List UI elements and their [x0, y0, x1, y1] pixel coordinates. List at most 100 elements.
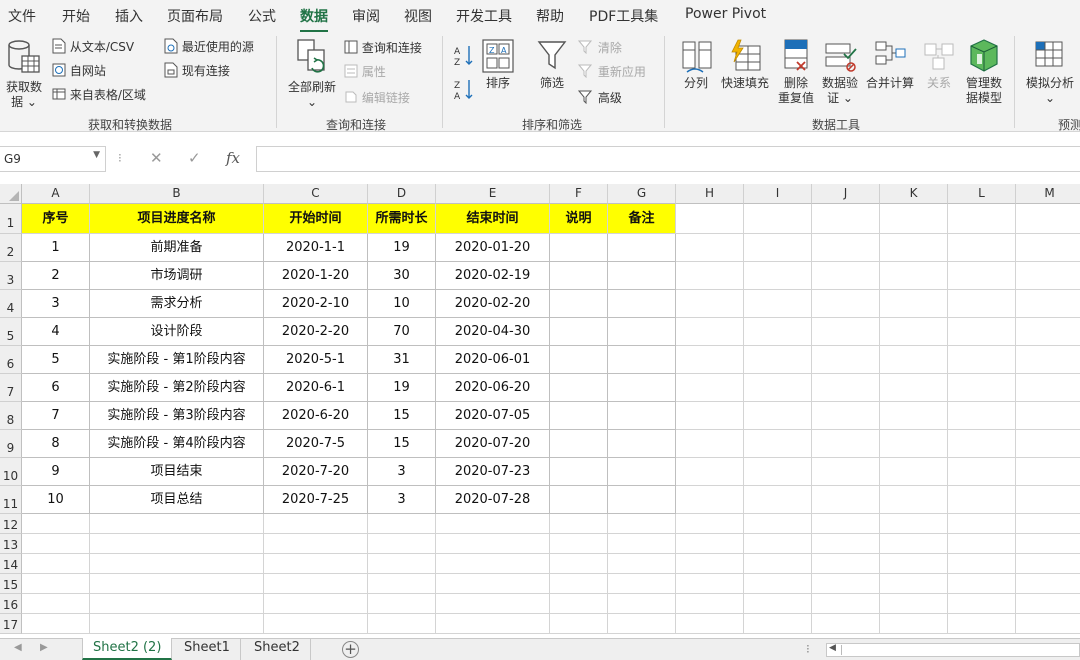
empty-cell[interactable] — [880, 290, 948, 318]
cell-duration-row6[interactable]: 31 — [368, 346, 436, 374]
cell-note-row5[interactable] — [550, 318, 608, 346]
empty-cell[interactable] — [264, 594, 368, 614]
empty-cell[interactable] — [948, 430, 1016, 458]
empty-cell[interactable] — [744, 554, 812, 574]
empty-cell[interactable] — [608, 514, 676, 534]
empty-cell[interactable] — [880, 318, 948, 346]
header-cell-start-date[interactable]: 开始时间 — [264, 204, 368, 234]
queries-connections-button[interactable]: 查询和连接 — [344, 40, 422, 56]
cell-duration-row5[interactable]: 70 — [368, 318, 436, 346]
empty-cell[interactable] — [22, 514, 90, 534]
empty-cell[interactable] — [812, 534, 880, 554]
empty-cell[interactable] — [948, 262, 1016, 290]
empty-cell[interactable] — [948, 234, 1016, 262]
cell-task-name-row11[interactable]: 项目总结 — [90, 486, 264, 514]
empty-cell[interactable] — [436, 514, 550, 534]
filter-button[interactable]: 筛选 — [532, 38, 572, 91]
existing-connections-button[interactable]: 现有连接 — [164, 62, 230, 79]
empty-cell[interactable] — [812, 486, 880, 514]
cell-end-date-row6[interactable]: 2020-06-01 — [436, 346, 550, 374]
empty-cell[interactable] — [1016, 458, 1080, 486]
empty-cell[interactable] — [948, 614, 1016, 634]
tab-view[interactable]: 视图 — [404, 6, 432, 26]
column-header-l[interactable]: L — [948, 184, 1016, 204]
row-header-9[interactable]: 9 — [0, 430, 22, 458]
empty-cell[interactable] — [812, 262, 880, 290]
cell-remark-row5[interactable] — [608, 318, 676, 346]
column-header-f[interactable]: F — [550, 184, 608, 204]
formula-input[interactable] — [256, 146, 1080, 172]
empty-cell[interactable] — [812, 594, 880, 614]
cell-duration-row9[interactable]: 15 — [368, 430, 436, 458]
sheet-tab-sheet1[interactable]: Sheet1 — [174, 638, 241, 660]
empty-cell[interactable] — [436, 554, 550, 574]
scroll-left-icon[interactable]: ◀ — [829, 643, 836, 653]
empty-cell[interactable] — [880, 458, 948, 486]
empty-cell[interactable] — [676, 402, 744, 430]
sheet-tab-sheet2[interactable]: Sheet2 — [244, 638, 311, 660]
empty-cell[interactable] — [744, 458, 812, 486]
empty-cell[interactable] — [22, 534, 90, 554]
empty-cell[interactable] — [1016, 486, 1080, 514]
empty-cell[interactable] — [264, 574, 368, 594]
empty-cell[interactable] — [550, 594, 608, 614]
empty-cell[interactable] — [22, 554, 90, 574]
cell-start-date-row4[interactable]: 2020-2-10 — [264, 290, 368, 318]
empty-cell[interactable] — [1016, 534, 1080, 554]
horizontal-scrollbar[interactable]: ◀ — [826, 643, 1080, 657]
empty-cell[interactable] — [550, 514, 608, 534]
cell-duration-row3[interactable]: 30 — [368, 262, 436, 290]
empty-cell[interactable] — [608, 614, 676, 634]
empty-cell[interactable] — [1016, 318, 1080, 346]
row-header-2[interactable]: 2 — [0, 234, 22, 262]
empty-cell[interactable] — [264, 534, 368, 554]
cell-duration-row8[interactable]: 15 — [368, 402, 436, 430]
insert-function-icon[interactable]: fx — [226, 149, 240, 167]
row-header-12[interactable]: 12 — [0, 514, 22, 534]
tab-help[interactable]: 帮助 — [536, 6, 564, 26]
chevron-down-icon[interactable]: ▼ — [93, 150, 100, 160]
empty-cell[interactable] — [812, 290, 880, 318]
cell-note-row11[interactable] — [550, 486, 608, 514]
cell-task-name-row9[interactable]: 实施阶段 - 第4阶段内容 — [90, 430, 264, 458]
row-header-16[interactable]: 16 — [0, 594, 22, 614]
empty-cell[interactable] — [880, 204, 948, 234]
empty-cell[interactable] — [264, 554, 368, 574]
consolidate-button[interactable]: 合并计算 — [862, 38, 918, 91]
cell-end-date-row8[interactable]: 2020-07-05 — [436, 402, 550, 430]
manage-data-model-button[interactable]: 管理数 据模型 — [958, 38, 1010, 106]
empty-cell[interactable] — [90, 594, 264, 614]
empty-cell[interactable] — [948, 458, 1016, 486]
from-web-button[interactable]: 自网站 — [52, 62, 106, 79]
cell-note-row7[interactable] — [550, 374, 608, 402]
tab-page-layout[interactable]: 页面布局 — [167, 6, 223, 26]
empty-cell[interactable] — [1016, 374, 1080, 402]
cell-duration-row4[interactable]: 10 — [368, 290, 436, 318]
empty-cell[interactable] — [880, 614, 948, 634]
empty-cell[interactable] — [880, 402, 948, 430]
column-header-b[interactable]: B — [90, 184, 264, 204]
cell-seq-row9[interactable]: 8 — [22, 430, 90, 458]
tab-data[interactable]: 数据 — [300, 6, 328, 33]
empty-cell[interactable] — [744, 594, 812, 614]
empty-cell[interactable] — [948, 318, 1016, 346]
column-header-g[interactable]: G — [608, 184, 676, 204]
column-header-i[interactable]: I — [744, 184, 812, 204]
cell-start-date-row5[interactable]: 2020-2-20 — [264, 318, 368, 346]
recent-sources-button[interactable]: 最近使用的源 — [164, 38, 254, 55]
flash-fill-button[interactable]: 快速填充 — [718, 38, 772, 91]
empty-cell[interactable] — [948, 346, 1016, 374]
header-cell-duration[interactable]: 所需时长 — [368, 204, 436, 234]
tab-insert[interactable]: 插入 — [115, 6, 143, 26]
cell-note-row9[interactable] — [550, 430, 608, 458]
empty-cell[interactable] — [880, 554, 948, 574]
tab-file[interactable]: 文件 — [8, 6, 36, 26]
empty-cell[interactable] — [608, 594, 676, 614]
cell-end-date-row2[interactable]: 2020-01-20 — [436, 234, 550, 262]
empty-cell[interactable] — [550, 554, 608, 574]
empty-cell[interactable] — [676, 594, 744, 614]
cell-remark-row4[interactable] — [608, 290, 676, 318]
empty-cell[interactable] — [368, 514, 436, 534]
row-header-3[interactable]: 3 — [0, 262, 22, 290]
cell-note-row2[interactable] — [550, 234, 608, 262]
